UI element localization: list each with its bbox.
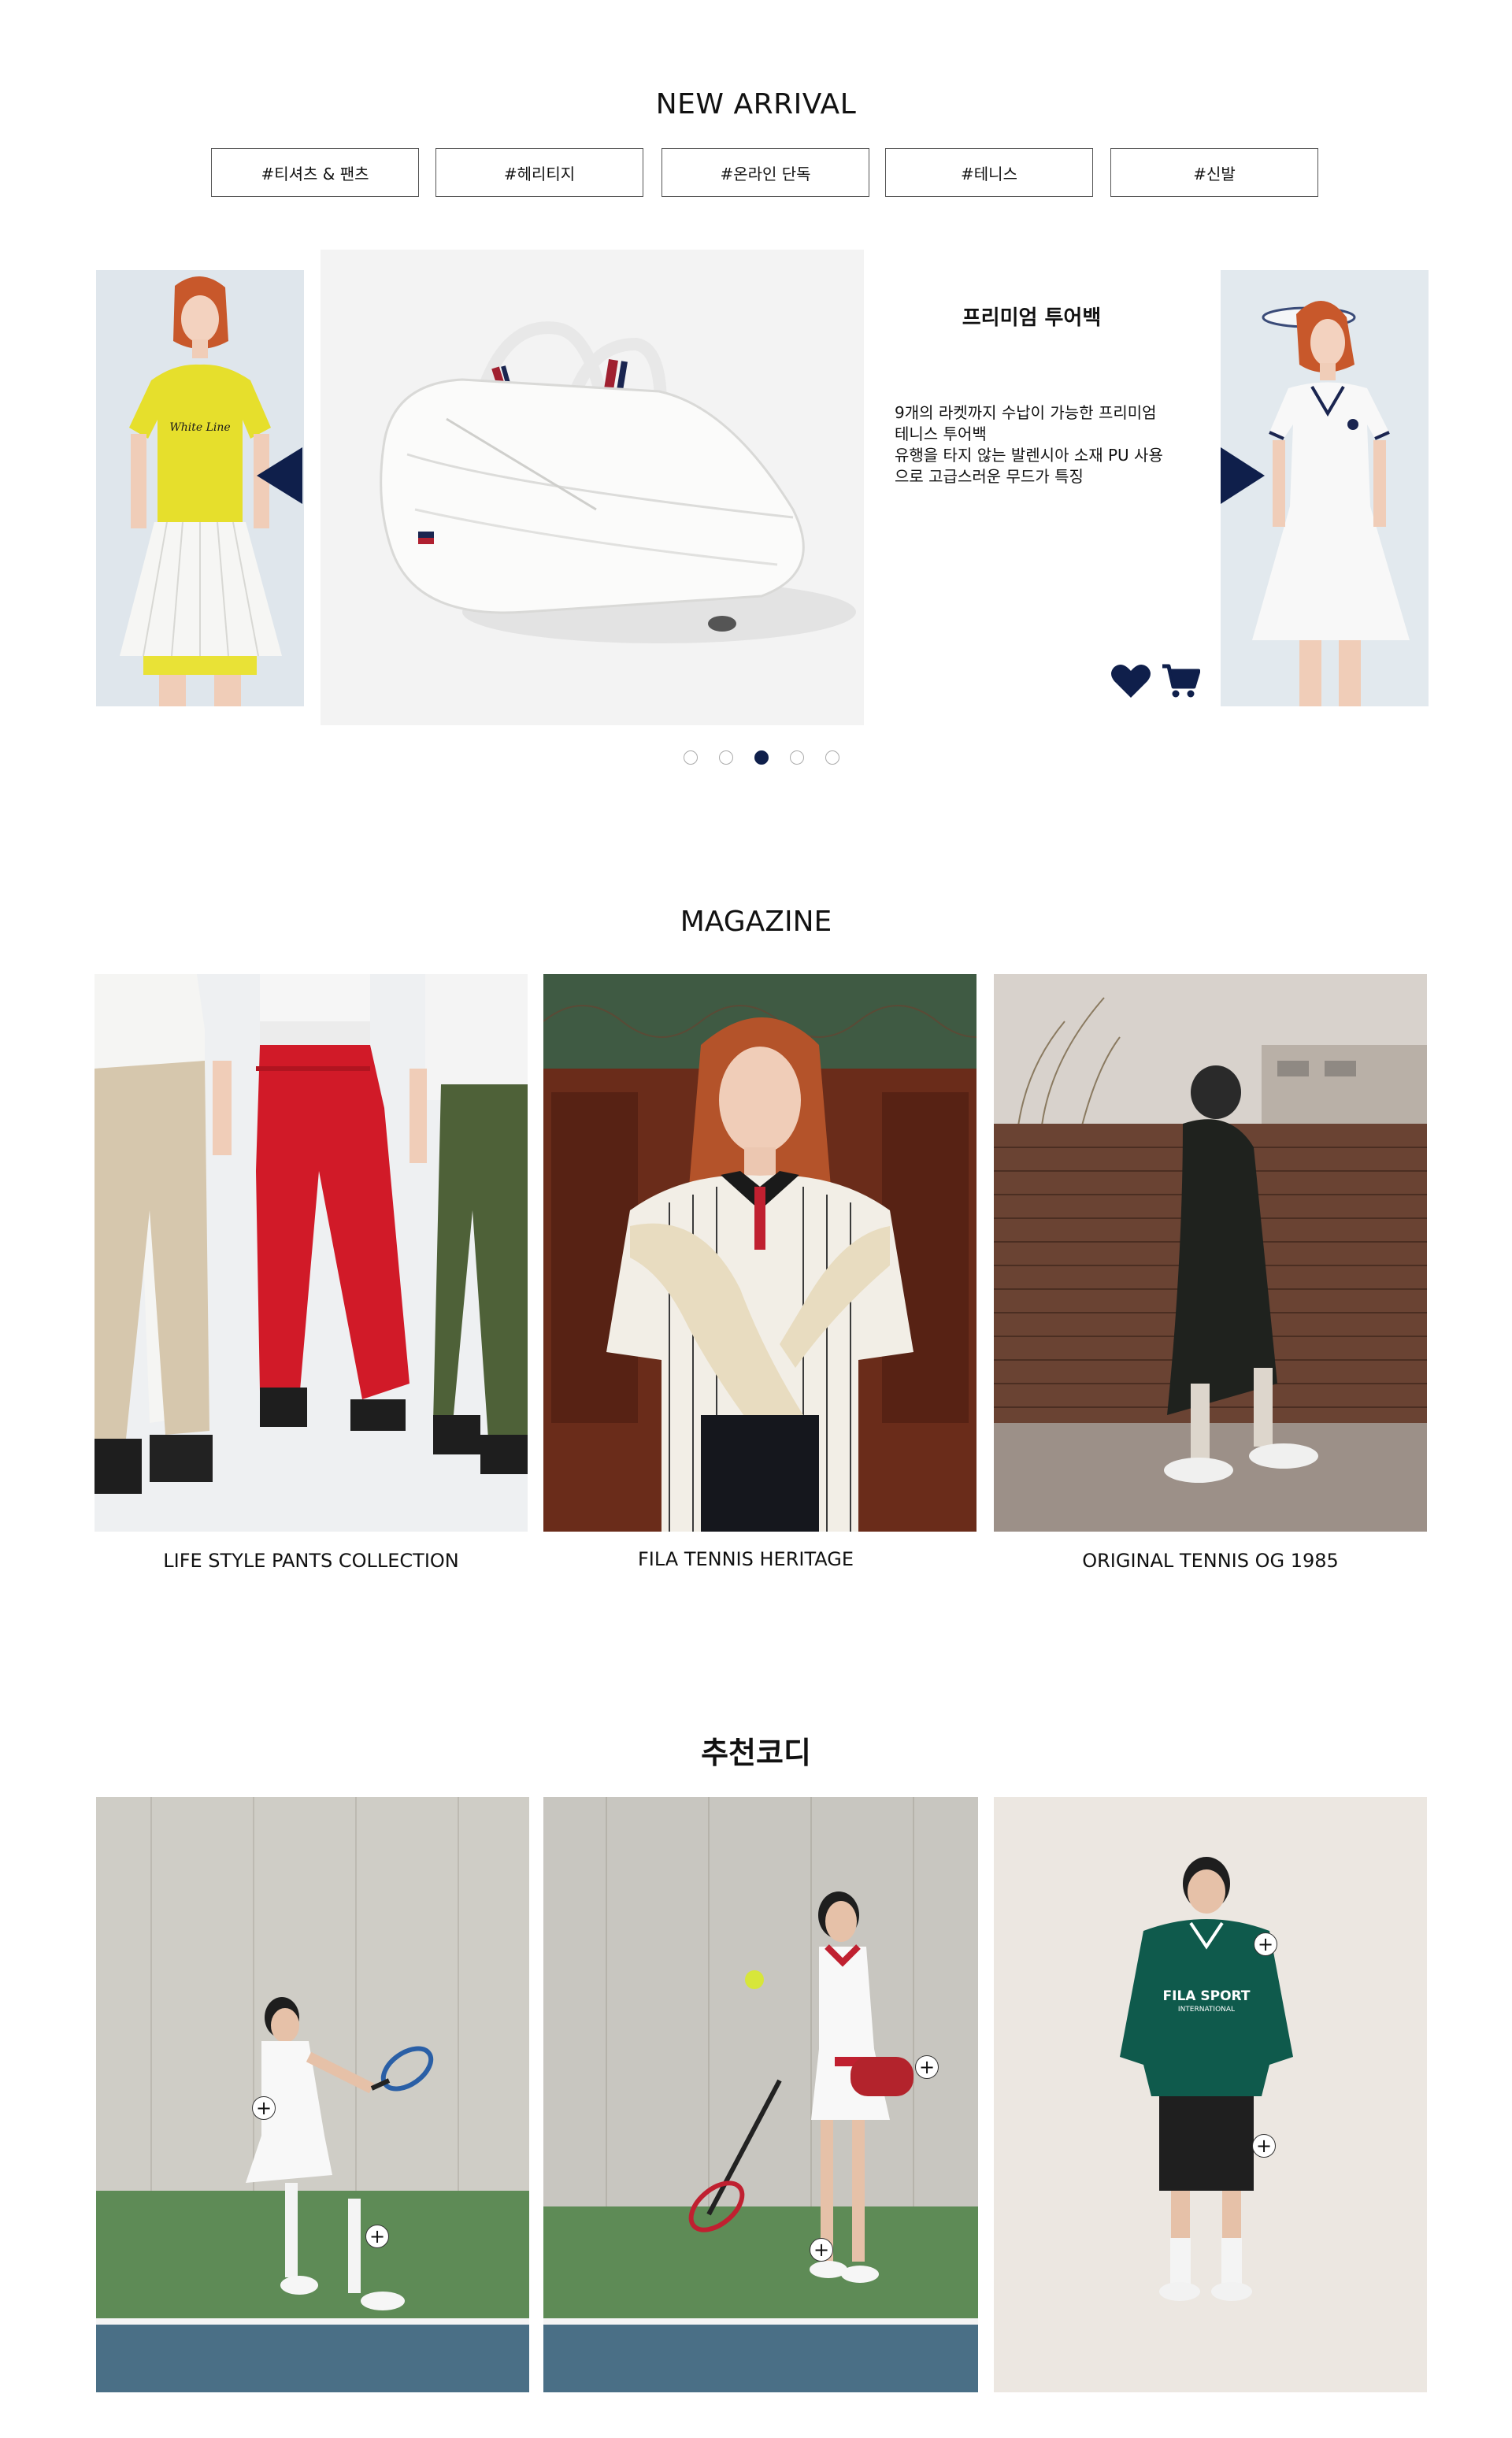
recommended-outfit-title: 추천코디 xyxy=(701,1736,811,1770)
product-description: 9개의 라켓까지 수납이 가능한 프리미엄 테니스 투어백 유행을 타지 않는 … xyxy=(895,402,1194,487)
outfit-look-1: + + xyxy=(96,1797,529,2392)
add-to-cart-icon[interactable] xyxy=(1161,663,1201,699)
outfit-plus-icon[interactable]: + xyxy=(365,2225,389,2248)
svg-text:White Line: White Line xyxy=(169,421,230,434)
magazine-item-tennis-heritage[interactable] xyxy=(543,974,976,1532)
product-description-line: 유행을 타지 않는 발렌시아 소재 PU 사용 xyxy=(895,446,1163,465)
tag-tennis[interactable]: #테니스 xyxy=(885,148,1093,197)
magazine-item-og1985[interactable] xyxy=(994,974,1427,1532)
outfit-plus-icon[interactable]: + xyxy=(1254,1932,1277,1956)
outfit-look-3: FILA SPORT INTERNATIONAL + + xyxy=(994,1797,1427,2392)
product-description-line: 9개의 라켓까지 수납이 가능한 프리미엄 xyxy=(895,403,1157,422)
product-description-line: 으로 고급스러운 무드가 특징 xyxy=(895,467,1084,486)
magazine-caption[interactable]: ORIGINAL TENNIS OG 1985 xyxy=(994,1550,1427,1572)
carousel-prev-arrow-icon[interactable] xyxy=(257,447,302,504)
tag-online-exclusive[interactable]: #온라인 단독 xyxy=(662,148,869,197)
tag-tshirts-pants[interactable]: #티셔츠 & 팬츠 xyxy=(211,148,419,197)
outfit-plus-icon[interactable]: + xyxy=(252,2096,276,2120)
tag-shoes[interactable]: #신발 xyxy=(1110,148,1318,197)
carousel-pagination xyxy=(684,750,839,765)
outfit-plus-icon[interactable]: + xyxy=(915,2055,939,2079)
outfit-plus-icon[interactable]: + xyxy=(810,2238,833,2262)
carousel-dot[interactable] xyxy=(719,750,733,765)
magazine-caption[interactable]: LIFE STYLE PANTS COLLECTION xyxy=(94,1550,528,1572)
carousel-next-arrow-icon[interactable] xyxy=(1221,447,1265,504)
carousel-dot[interactable] xyxy=(825,750,839,765)
carousel-dot[interactable] xyxy=(684,750,698,765)
wishlist-heart-icon[interactable] xyxy=(1110,663,1151,699)
featured-product-image[interactable] xyxy=(321,250,864,725)
outfit-look-2: + + xyxy=(543,1797,978,2392)
sweatshirt-print-subline: INTERNATIONAL xyxy=(1178,2006,1235,2014)
carousel-dot[interactable] xyxy=(790,750,804,765)
outfit-plus-icon[interactable]: + xyxy=(1252,2134,1276,2158)
sweatshirt-print: FILA SPORT xyxy=(1163,1988,1251,2004)
product-description-line: 테니스 투어백 xyxy=(895,424,987,443)
tag-heritage[interactable]: #헤리티지 xyxy=(435,148,643,197)
magazine-item-pants[interactable] xyxy=(94,974,528,1532)
magazine-caption[interactable]: FILA TENNIS HERITAGE xyxy=(529,1548,962,1570)
new-arrival-title: NEW ARRIVAL xyxy=(655,88,857,120)
carousel-dot-active[interactable] xyxy=(754,750,769,765)
product-title: 프리미엄 투어백 xyxy=(962,306,1102,330)
magazine-title: MAGAZINE xyxy=(680,906,832,938)
